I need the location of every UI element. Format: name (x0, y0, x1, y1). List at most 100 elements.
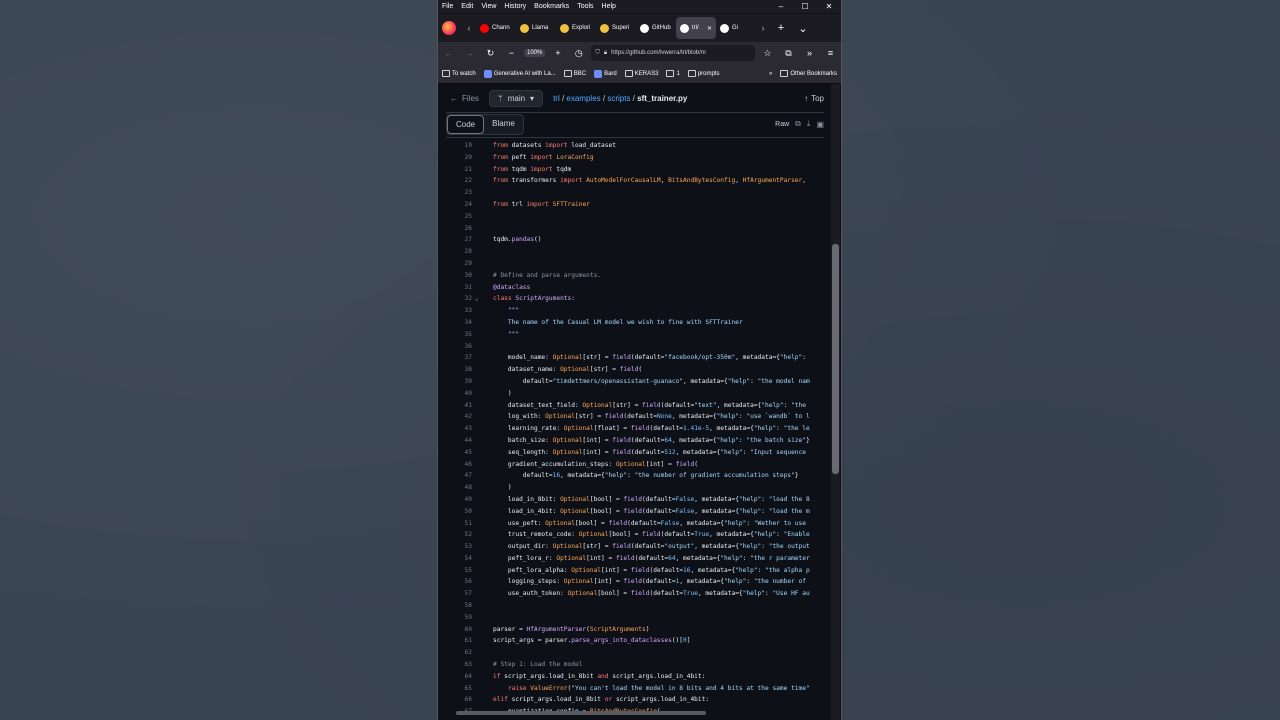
line-number[interactable]: 44 (446, 435, 472, 447)
line-number[interactable]: 31 (446, 282, 472, 294)
menu-edit[interactable]: Edit (457, 0, 477, 13)
code-line[interactable]: 52 trust_remote_code: Optional[bool] = f… (446, 529, 822, 541)
line-number[interactable]: 50 (446, 506, 472, 518)
raw-button[interactable]: Raw (775, 121, 789, 128)
code-line[interactable]: 29 (446, 258, 822, 270)
code-line[interactable]: 43 learning_rate: Optional[float] = fiel… (446, 423, 822, 435)
hamburger-menu-icon[interactable]: ≡ (820, 48, 841, 58)
line-number[interactable]: 49 (446, 494, 472, 506)
line-number[interactable]: 56 (446, 576, 472, 588)
vertical-scrollbar[interactable] (831, 84, 840, 720)
tab-code[interactable]: Code (447, 114, 485, 134)
close-window-button[interactable]: ✕ (817, 2, 841, 11)
code-line[interactable]: 41 dataset_text_field: Optional[str] = f… (446, 400, 822, 412)
top-button[interactable]: ↑ Top (804, 94, 824, 103)
code-line[interactable]: 31 @dataclass (446, 282, 822, 294)
line-number[interactable]: 64 (446, 671, 472, 683)
breadcrumb-repo[interactable]: trl (553, 94, 560, 103)
bookmark-item[interactable]: KERAS3 (621, 70, 663, 78)
line-number[interactable]: 47 (446, 470, 472, 482)
forward-icon[interactable]: → (459, 48, 480, 58)
line-number[interactable]: 19 (446, 140, 472, 152)
line-number[interactable]: 59 (446, 612, 472, 624)
line-number[interactable]: 39 (446, 376, 472, 388)
line-number[interactable]: 21 (446, 164, 472, 176)
code-line[interactable]: 46 gradient_accumulation_steps: Optional… (446, 459, 822, 471)
code-line[interactable]: 38 dataset_name: Optional[str] = field( (446, 364, 822, 376)
code-line[interactable]: 33 """ (446, 305, 822, 317)
download-icon[interactable]: ⤓ (807, 119, 811, 129)
extensions-icon[interactable]: ⧉ (778, 48, 799, 59)
line-number[interactable]: 54 (446, 553, 472, 565)
url-bar[interactable]: ⛉ 🔒︎ https://github.com/lvwerra/trl/blob… (591, 45, 755, 61)
code-line[interactable]: 49 load_in_8bit: Optional[bool] = field(… (446, 494, 822, 506)
code-line[interactable]: 26 (446, 223, 822, 235)
line-number[interactable]: 61 (446, 635, 472, 647)
breadcrumb-examples[interactable]: examples (566, 94, 600, 103)
line-number[interactable]: 43 (446, 423, 472, 435)
list-tabs-icon[interactable]: ⌄ (792, 22, 814, 35)
code-line[interactable]: 48 ) (446, 482, 822, 494)
menu-history[interactable]: History (500, 0, 530, 13)
menu-tools[interactable]: Tools (573, 0, 597, 13)
zoom-level[interactable]: 100% (524, 49, 546, 57)
bookmarks-overflow-icon[interactable]: » (765, 71, 776, 77)
line-number[interactable]: 35 (446, 329, 472, 341)
code-line[interactable]: 35 """ (446, 329, 822, 341)
code-line[interactable]: 64 if script_args.load_in_8bit and script… (446, 671, 822, 683)
code-line[interactable]: 57 use_auth_token: Optional[bool] = fiel… (446, 588, 822, 600)
line-number[interactable]: 66 (446, 694, 472, 706)
scrollbar-thumb[interactable] (832, 244, 839, 474)
line-number[interactable]: 58 (446, 600, 472, 612)
bookmark-item[interactable]: 1 (662, 70, 683, 78)
lock-icon[interactable]: 🔒︎ (604, 50, 607, 57)
zoom-out-icon[interactable]: − (501, 48, 522, 58)
code-line[interactable]: 62 (446, 647, 822, 659)
code-line[interactable]: 50 load_in_4bit: Optional[bool] = field(… (446, 506, 822, 518)
line-number[interactable]: 32 (446, 293, 472, 305)
new-tab-icon[interactable]: + (770, 22, 792, 34)
branch-selector[interactable]: ᛘ main ▾ (488, 89, 544, 107)
tab-6[interactable]: Gi (716, 17, 756, 39)
fold-chevron-icon[interactable]: ⌄ (475, 293, 479, 305)
bookmark-item[interactable]: To watch (438, 70, 480, 78)
line-number[interactable]: 53 (446, 541, 472, 553)
line-number[interactable]: 33 (446, 305, 472, 317)
code-line[interactable]: 37 model_name: Optional[str] = field(def… (446, 352, 822, 364)
tab-1[interactable]: Llama (516, 17, 556, 39)
code-line[interactable]: 40 ) (446, 388, 822, 400)
line-number[interactable]: 60 (446, 624, 472, 636)
line-number[interactable]: 55 (446, 565, 472, 577)
code-line[interactable]: 66 elif script_args.load_in_8bit or scrip… (446, 694, 822, 706)
code-line[interactable]: 20 from peft import LoraConfig (446, 152, 822, 164)
bookmark-item[interactable]: prompts (684, 70, 724, 78)
breadcrumb-scripts[interactable]: scripts (607, 94, 630, 103)
bookmark-star-icon[interactable]: ☆ (757, 48, 778, 59)
line-number[interactable]: 48 (446, 482, 472, 494)
line-number[interactable]: 40 (446, 388, 472, 400)
code-line[interactable]: 53 output_dir: Optional[str] = field(def… (446, 541, 822, 553)
code-line[interactable]: 58 (446, 600, 822, 612)
code-line[interactable]: 27 tqdm.pandas() (446, 234, 822, 246)
line-number[interactable]: 25 (446, 211, 472, 223)
bookmark-item[interactable]: BBC (560, 70, 590, 78)
line-number[interactable]: 45 (446, 447, 472, 459)
code-line[interactable]: 28 (446, 246, 822, 258)
line-number[interactable]: 51 (446, 518, 472, 530)
minimize-button[interactable]: – (769, 2, 793, 11)
code-line[interactable]: 59 (446, 612, 822, 624)
line-number[interactable]: 23 (446, 187, 472, 199)
bookmark-item[interactable]: Bard (590, 69, 621, 78)
other-bookmarks[interactable]: Other Bookmarks (776, 70, 841, 77)
tab-5[interactable]: trl/ ✕ (676, 17, 716, 39)
line-number[interactable]: 34 (446, 317, 472, 329)
code-line[interactable]: 61 script_args = parser.parse_args_into_d… (446, 635, 822, 647)
line-number[interactable]: 36 (446, 341, 472, 353)
code-line[interactable]: 60 parser = HfArgumentParser(ScriptArgume… (446, 624, 822, 636)
code-line[interactable]: 63 # Step 1: Load the model (446, 659, 822, 671)
back-icon[interactable]: ← (438, 48, 459, 58)
code-line[interactable]: 55 peft_lora_alpha: Optional[int] = fiel… (446, 565, 822, 577)
shield-icon[interactable]: ⛉ (595, 50, 600, 57)
line-number[interactable]: 42 (446, 411, 472, 423)
close-tab-icon[interactable]: ✕ (707, 25, 712, 32)
